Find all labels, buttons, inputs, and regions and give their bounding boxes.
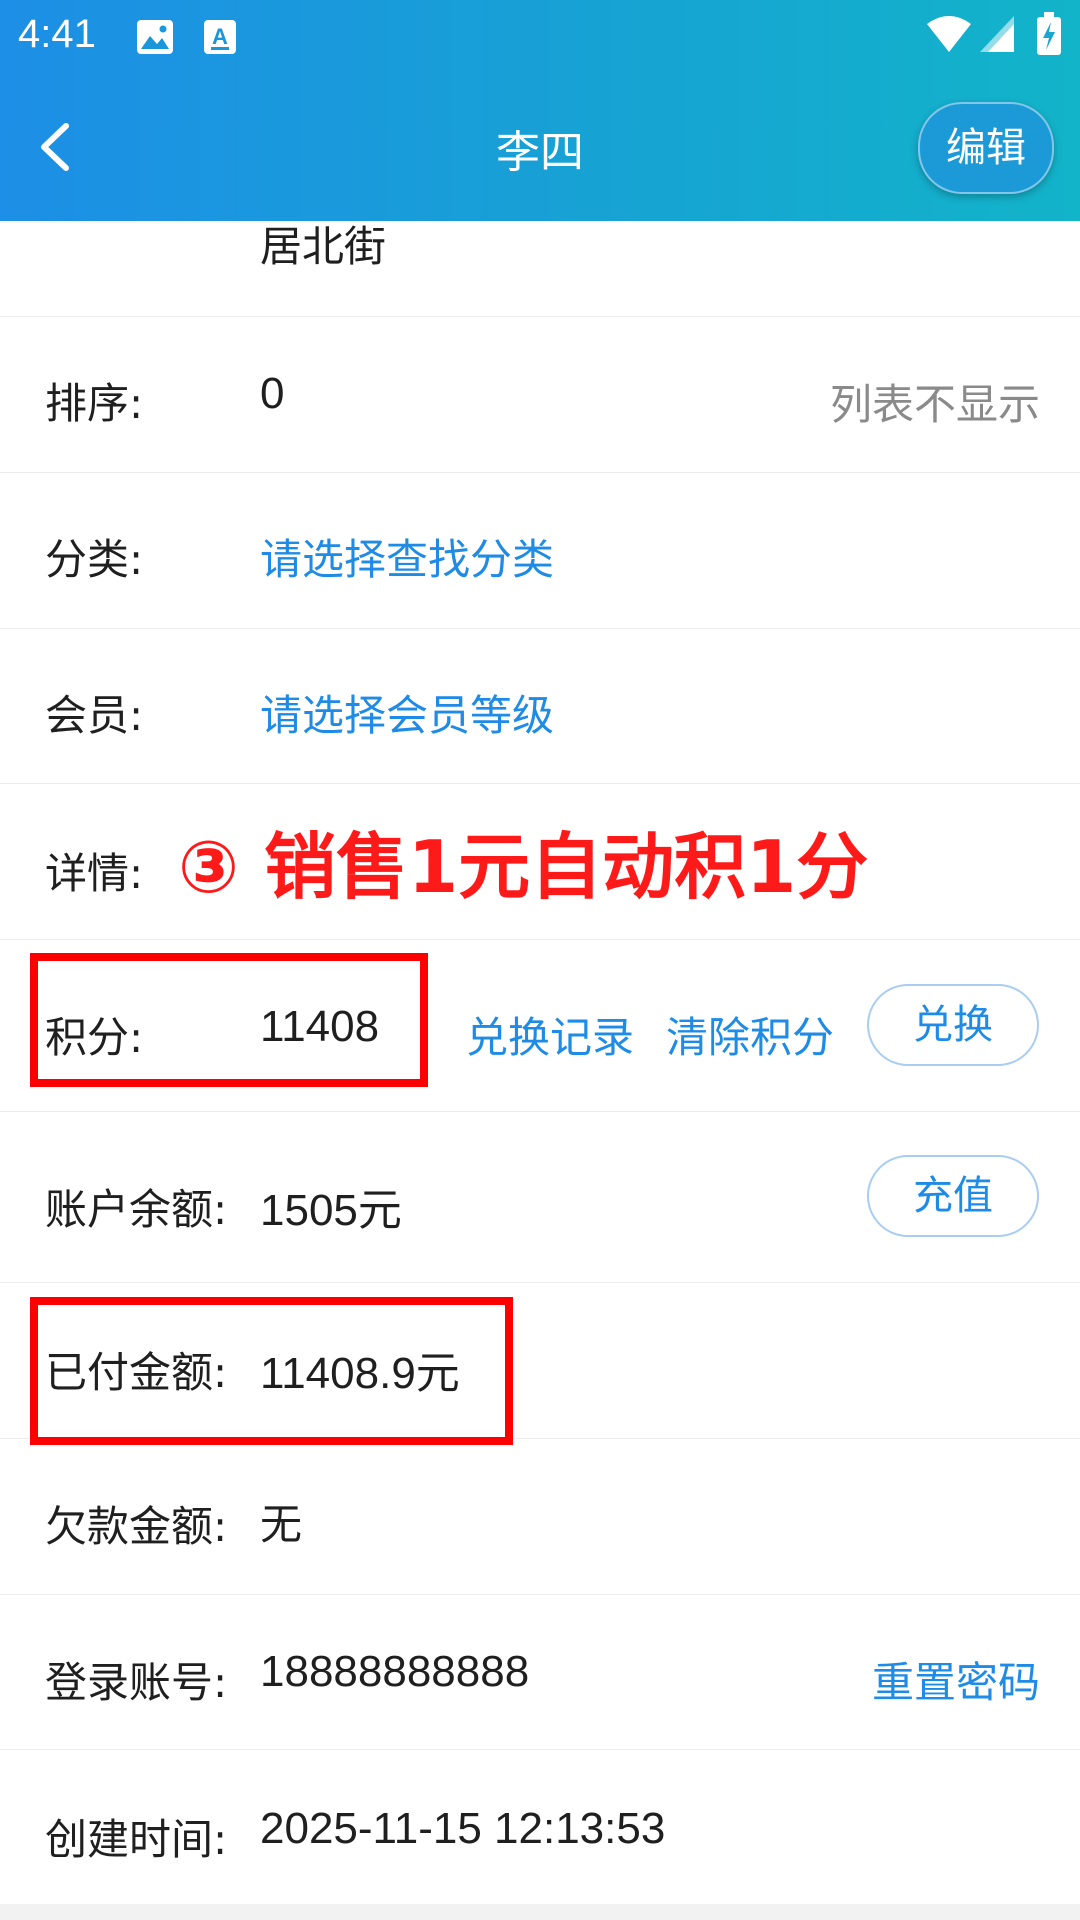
recharge-button[interactable]: 充值 (867, 1155, 1039, 1237)
clear-points-link[interactable]: 清除积分 (666, 1004, 834, 1065)
address-value: 居北街 (260, 222, 387, 271)
wifi-icon (925, 14, 973, 58)
image-icon (135, 18, 175, 60)
category-select-link[interactable]: 请选择查找分类 (260, 526, 554, 587)
points-row: 积分: 11408 兑换记录 清除积分 兑换 (0, 940, 1080, 1112)
status-time: 4:41 (18, 12, 96, 56)
paid-value: 11408.9元 (260, 1349, 460, 1398)
paid-label: 已付金额: (45, 1348, 228, 1397)
exchange-button[interactable]: 兑换 (867, 984, 1039, 1066)
member-level-select-link[interactable]: 请选择会员等级 (260, 682, 554, 743)
battery-charging-icon (1036, 12, 1062, 60)
details-label: 详情: (45, 849, 144, 898)
title-bar: 李四 编辑 (0, 72, 1080, 221)
sort-hint: 列表不显示 (829, 380, 1040, 429)
points-value: 11408 (260, 1002, 380, 1051)
debt-label: 欠款金额: (45, 1502, 228, 1551)
login-row: 登录账号: 18888888888 重置密码 (0, 1595, 1080, 1750)
status-bar: 4:41 A (0, 0, 1080, 72)
member-row[interactable]: 会员: 请选择会员等级 (0, 629, 1080, 784)
exchange-record-link[interactable]: 兑换记录 (466, 1004, 634, 1065)
details-row: 详情: ③ 销售1元自动积1分 (0, 784, 1080, 940)
debt-value: 无 (260, 1500, 303, 1549)
paid-row: 已付金额: 11408.9元 (0, 1283, 1080, 1439)
category-row[interactable]: 分类: 请选择查找分类 (0, 473, 1080, 629)
login-value: 18888888888 (260, 1647, 530, 1696)
sort-label: 排序: (45, 379, 144, 428)
created-row: 创建时间: 2025-11-15 12:13:53 (0, 1750, 1080, 1904)
app-header: 4:41 A 李四 编辑 (0, 0, 1080, 221)
category-label: 分类: (45, 535, 144, 584)
created-value: 2025-11-15 12:13:53 (260, 1804, 666, 1853)
balance-label: 账户余额: (45, 1185, 228, 1234)
sort-value: 0 (260, 369, 285, 418)
balance-value: 1505元 (260, 1186, 402, 1235)
login-label: 登录账号: (45, 1658, 228, 1707)
edit-button[interactable]: 编辑 (918, 102, 1054, 194)
text-a-icon: A (202, 18, 238, 60)
signal-icon (978, 14, 1016, 58)
debt-row: 欠款金额: 无 (0, 1439, 1080, 1595)
member-label: 会员: (45, 691, 144, 740)
sort-row: 排序: 0 列表不显示 (0, 317, 1080, 473)
created-label: 创建时间: (45, 1815, 228, 1864)
annotation-text: ③ 销售1元自动积1分 (178, 825, 869, 909)
bottom-divider (0, 1904, 1080, 1920)
balance-row: 账户余额: 1505元 充值 (0, 1112, 1080, 1283)
member-detail-list: 居北街 排序: 0 列表不显示 分类: 请选择查找分类 会员: 请选择会员等级 … (0, 0, 1080, 1920)
points-label: 积分: (45, 1013, 144, 1062)
reset-password-link[interactable]: 重置密码 (872, 1649, 1040, 1710)
svg-text:A: A (212, 24, 228, 49)
